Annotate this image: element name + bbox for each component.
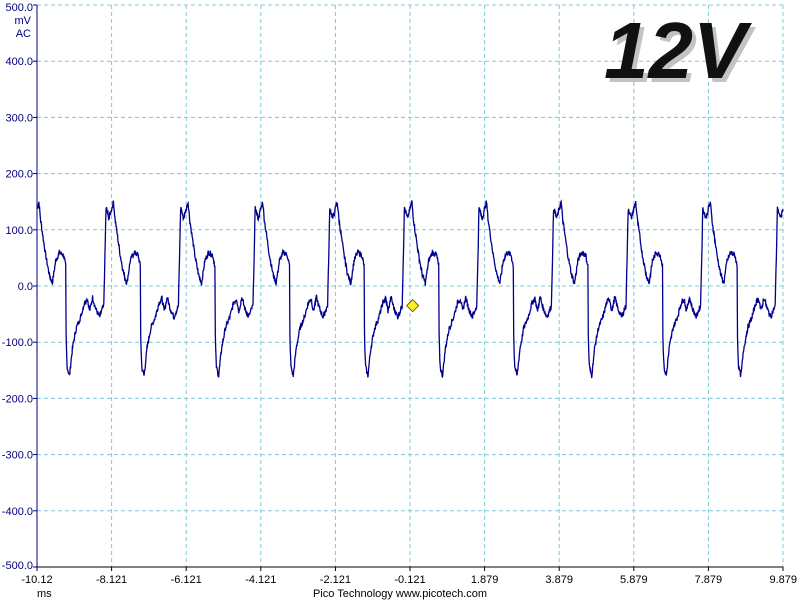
oscilloscope-chart: 500.0 400.0 300.0 200.0 100.0 0.0 -100.0 -200.0… [0,0,800,600]
x-tick-label: -0.121 [394,574,425,586]
y-tick-label: -300.0 [2,450,33,462]
credit-label: Pico Technology www.picotech.com [313,588,487,600]
y-tick-label: -500.0 [2,560,33,572]
y-tick-label: -400.0 [2,506,33,518]
x-tick-label: 3.879 [545,574,573,586]
y-tick-label: 300.0 [5,112,33,124]
x-tick-label: 1.879 [471,574,499,586]
y-tick-label: 500.0 [5,2,33,14]
x-unit-label: ms [37,588,52,600]
coupling-label: AC [16,28,31,40]
y-tick-label: 400.0 [5,56,33,68]
y-tick-label: 100.0 [5,225,33,237]
x-tick-label: -10.12 [21,574,52,586]
y-tick-label: -200.0 [2,393,33,405]
x-tick-label: -2.121 [320,574,351,586]
x-tick-label: 9.879 [769,574,797,586]
x-tick-label: -4.121 [245,574,276,586]
x-tick-label: -8.121 [96,574,127,586]
x-tick-label: 7.879 [695,574,723,586]
voltage-annotation: 12V [604,6,752,95]
x-tick-label: -6.121 [171,574,202,586]
y-tick-label: 200.0 [5,169,33,181]
x-tick-label: 5.879 [620,574,648,586]
y-unit-label: mV [15,15,32,27]
y-tick-label: -100.0 [2,337,33,349]
y-tick-label: 0.0 [18,281,33,293]
